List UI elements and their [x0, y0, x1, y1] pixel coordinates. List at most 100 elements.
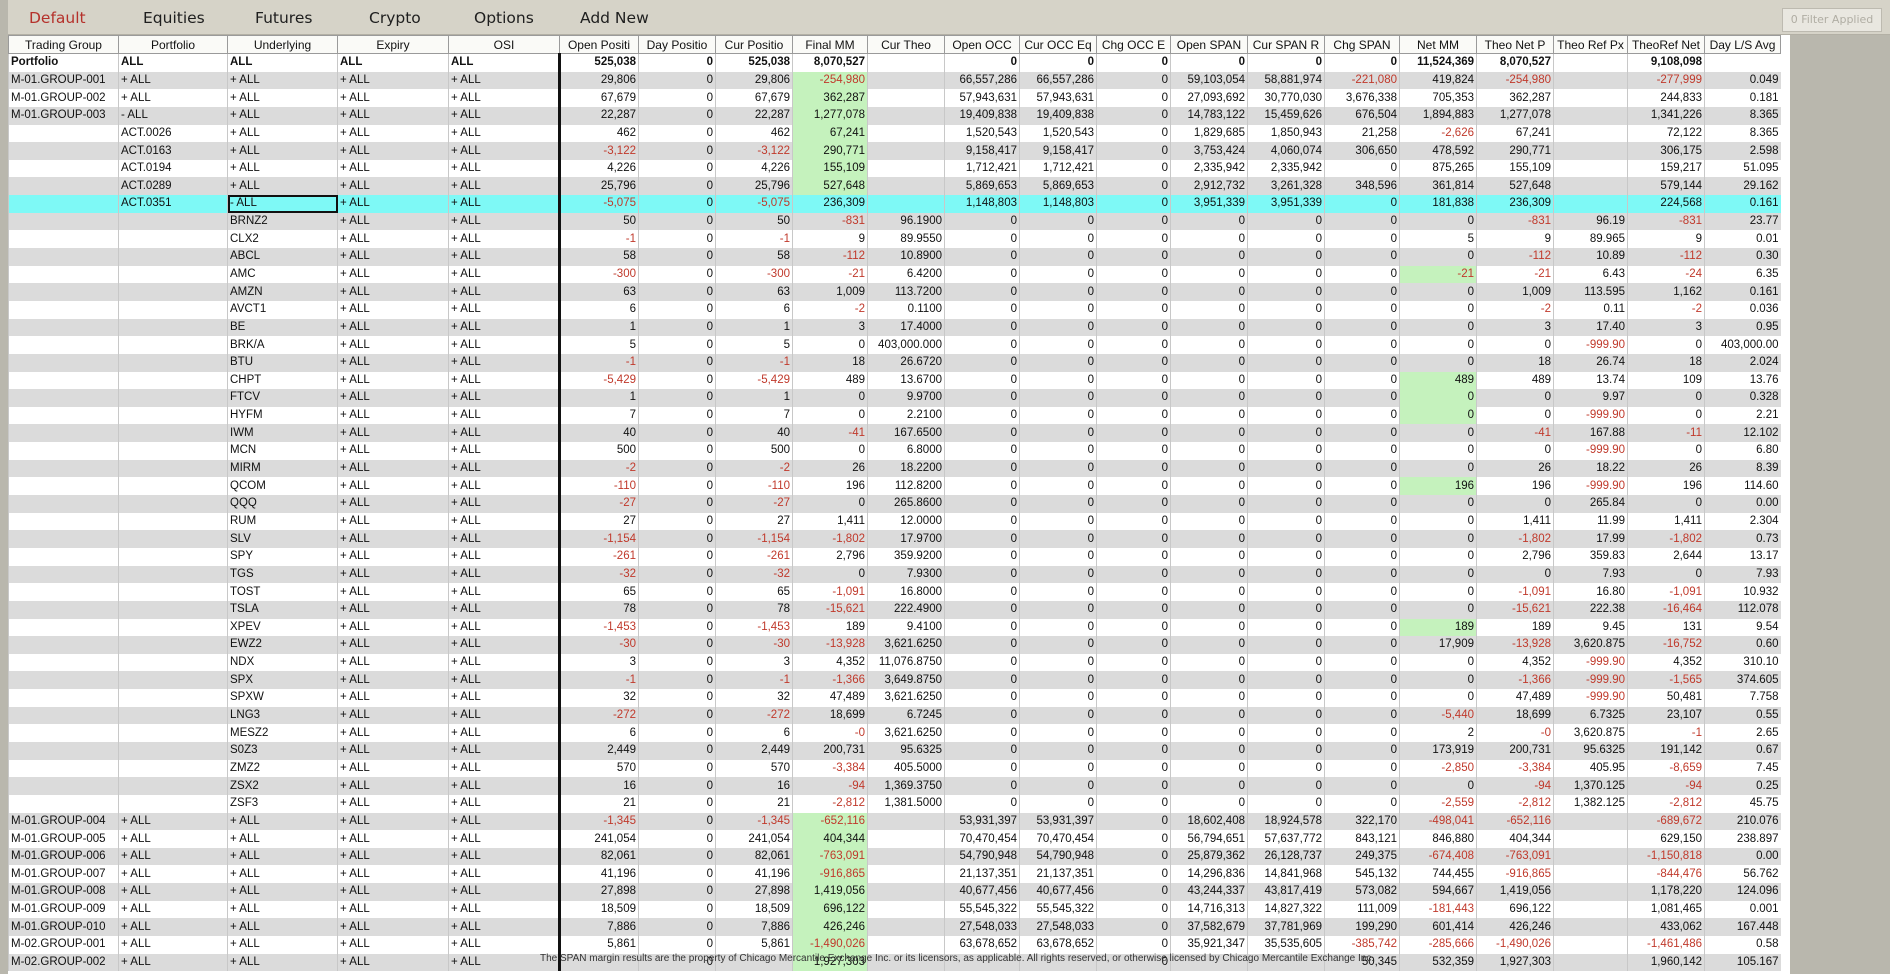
cell-trading-group[interactable]	[8, 741, 119, 760]
cell-trading-group[interactable]	[8, 195, 119, 213]
cell-portfolio[interactable]	[118, 724, 228, 742]
cell-expiry[interactable]: + ALL	[337, 759, 449, 778]
cell-portfolio[interactable]: ACT.0289	[118, 177, 228, 196]
cell-underlying[interactable]: SLV	[227, 530, 338, 548]
cell-trading-group[interactable]	[8, 583, 119, 601]
cell-osi[interactable]: + ALL	[448, 600, 560, 619]
cell-osi[interactable]: + ALL	[448, 724, 560, 742]
cell-expiry[interactable]: + ALL	[337, 600, 449, 619]
cell-underlying[interactable]: MESZ2	[227, 724, 338, 742]
table-row[interactable]: M-01.GROUP-002 + ALL + ALL + ALL + ALL 67,679…	[8, 89, 1781, 107]
cell-underlying[interactable]: SPXW	[227, 689, 338, 707]
cell-underlying[interactable]: ZSF3	[227, 794, 338, 813]
table-row[interactable]: QQQ + ALL + ALL -27 0 -27 0 265.8600 0 0 0 0 0 0 0 0 265…	[8, 495, 1781, 513]
filter-applied-button[interactable]: 0 Filter Applied	[1782, 8, 1882, 32]
column-header-theoref-net[interactable]: TheoRef Net	[1627, 35, 1705, 54]
cell-underlying[interactable]: CLX2	[227, 230, 338, 249]
cell-osi[interactable]: + ALL	[448, 71, 560, 90]
cell-trading-group[interactable]	[8, 353, 119, 372]
cell-trading-group[interactable]	[8, 530, 119, 548]
cell-osi[interactable]: + ALL	[448, 918, 560, 937]
column-header-open-span[interactable]: Open SPAN	[1170, 35, 1248, 54]
cell-expiry[interactable]: + ALL	[337, 671, 449, 690]
cell-underlying[interactable]: TGS	[227, 565, 338, 584]
cell-expiry[interactable]: + ALL	[337, 283, 449, 301]
cell-osi[interactable]: + ALL	[448, 530, 560, 548]
cell-underlying[interactable]: S0Z3	[227, 741, 338, 760]
cell-osi[interactable]: + ALL	[448, 953, 560, 972]
cell-osi[interactable]: + ALL	[448, 583, 560, 601]
cell-osi[interactable]: + ALL	[448, 124, 560, 143]
cell-osi[interactable]: + ALL	[448, 741, 560, 760]
table-row[interactable]: AVCT1 + ALL + ALL 6 0 6 -2 0.1100 0 0 0 0 0 0 0 -2 0.11-…	[8, 300, 1781, 319]
cell-expiry[interactable]: + ALL	[337, 406, 449, 425]
table-row[interactable]: IWM + ALL + ALL 40 0 40 -41 167.6500 0 0 0 0 0 0 0 -41 1…	[8, 424, 1781, 443]
table-row[interactable]: FTCV + ALL + ALL 1 0 1 0 9.9700 0 0 0 0 0 0 0 0 9.97 0 0.3…	[8, 389, 1781, 407]
column-header-final-mm[interactable]: Final MM	[792, 35, 868, 54]
cell-portfolio[interactable]	[118, 495, 228, 513]
table-row[interactable]: ZMZ2 + ALL + ALL 570 0 570 -3,384 405.5000 0 0 0 0 0…	[8, 759, 1781, 778]
cell-expiry[interactable]: + ALL	[337, 159, 449, 178]
cell-portfolio[interactable]	[118, 565, 228, 584]
cell-expiry[interactable]: + ALL	[337, 812, 449, 831]
table-row[interactable]: TGS + ALL + ALL -32 0 -32 0 7.9300 0 0 0 0 0 0 0 0 7.93 0…	[8, 565, 1781, 584]
cell-underlying[interactable]: + ALL	[227, 918, 338, 937]
table-row[interactable]: CHPT + ALL + ALL -5,429 0 -5,429 489 13.6700 0 0 0…	[8, 371, 1781, 390]
table-row[interactable]: AMC + ALL + ALL -300 0 -300 -21 6.4200 0 0 0 0 0 0 -21…	[8, 265, 1781, 284]
table-row[interactable]: M-01.GROUP-007 + ALL + ALL + ALL + ALL 41,196…	[8, 865, 1781, 884]
cell-underlying[interactable]: + ALL	[227, 900, 338, 919]
column-header-cur-occ-eq[interactable]: Cur OCC Eq	[1019, 35, 1097, 54]
table-row[interactable]: TSLA + ALL + ALL 78 0 78 -15,621 222.4900 0 0 0 0 0 0…	[8, 600, 1781, 619]
cell-trading-group[interactable]	[8, 177, 119, 196]
table-row[interactable]: AMZN + ALL + ALL 63 0 63 1,009 113.7200 0 0 0 0 0 0 0 1…	[8, 283, 1781, 301]
cell-trading-group[interactable]: M-01.GROUP-003	[8, 106, 119, 125]
table-row[interactable]: BRNZ2 + ALL + ALL 50 0 50 -831 96.1900 0 0 0 0 0 0 0 -8…	[8, 212, 1781, 231]
cell-expiry[interactable]: + ALL	[337, 142, 449, 160]
cell-osi[interactable]: + ALL	[448, 830, 560, 848]
table-row[interactable]: M-01.GROUP-010 + ALL + ALL + ALL + ALL 7,886 0…	[8, 918, 1781, 937]
table-row[interactable]: LNG3 + ALL + ALL -272 0 -272 18,699 6.7245 0 0 0 0 0…	[8, 706, 1781, 725]
cell-trading-group[interactable]	[8, 794, 119, 813]
cell-underlying[interactable]: ZSX2	[227, 777, 338, 795]
column-header-day-l-s-avg[interactable]: Day L/S Avg	[1704, 35, 1781, 54]
cell-expiry[interactable]: + ALL	[337, 371, 449, 390]
table-row[interactable]: ZSF3 + ALL + ALL 21 0 21 -2,812 1,381.5000 0 0 0 0 0…	[8, 794, 1781, 813]
cell-osi[interactable]: + ALL	[448, 883, 560, 901]
cell-expiry[interactable]: + ALL	[337, 830, 449, 848]
tab-crypto[interactable]: Crypto	[369, 9, 421, 27]
cell-osi[interactable]: + ALL	[448, 371, 560, 390]
cell-trading-group[interactable]	[8, 653, 119, 672]
cell-expiry[interactable]: + ALL	[337, 442, 449, 460]
cell-osi[interactable]: + ALL	[448, 300, 560, 319]
cell-underlying[interactable]: QCOM	[227, 477, 338, 496]
cell-portfolio[interactable]: + ALL	[118, 936, 228, 954]
cell-underlying[interactable]: + ALL	[227, 89, 338, 107]
cell-portfolio[interactable]	[118, 636, 228, 654]
cell-expiry[interactable]: + ALL	[337, 106, 449, 125]
table-row[interactable]: BE + ALL + ALL 1 0 1 3 17.4000 0 0 0 0 0 0 0 3 17.40 3 0.9…	[8, 318, 1781, 337]
column-header-theo-ref-px[interactable]: Theo Ref Px	[1553, 35, 1628, 54]
column-header-open-occ[interactable]: Open OCC	[944, 35, 1020, 54]
table-row[interactable]: HYFM + ALL + ALL 7 0 7 0 2.2100 0 0 0 0 0 0 0 0 -999.90 0…	[8, 406, 1781, 425]
cell-underlying[interactable]: ALL	[227, 53, 338, 72]
cell-trading-group[interactable]	[8, 389, 119, 407]
cell-expiry[interactable]: + ALL	[337, 177, 449, 196]
column-header-theo-net-p[interactable]: Theo Net P	[1476, 35, 1554, 54]
cell-underlying[interactable]: + ALL	[227, 865, 338, 884]
table-row[interactable]: MCN + ALL + ALL 500 0 500 0 6.8000 0 0 0 0 0 0 0 0 -999.…	[8, 442, 1781, 460]
table-row[interactable]: CLX2 + ALL + ALL -1 0 -1 9 89.9550 0 0 0 0 0 0 5 9 89.96…	[8, 230, 1781, 249]
table-row[interactable]: M-02.GROUP-002 + ALL + ALL + ALL + ALL 0 1,927…	[8, 953, 1781, 972]
cell-portfolio[interactable]	[118, 477, 228, 496]
cell-portfolio[interactable]: + ALL	[118, 847, 228, 866]
cell-expiry[interactable]: + ALL	[337, 706, 449, 725]
cell-osi[interactable]: + ALL	[448, 689, 560, 707]
cell-portfolio[interactable]	[118, 671, 228, 690]
cell-osi[interactable]: + ALL	[448, 706, 560, 725]
cell-underlying[interactable]: ABCL	[227, 248, 338, 266]
cell-portfolio[interactable]	[118, 530, 228, 548]
cell-portfolio[interactable]	[118, 371, 228, 390]
cell-underlying[interactable]: AMZN	[227, 283, 338, 301]
cell-portfolio[interactable]	[118, 653, 228, 672]
tab-futures[interactable]: Futures	[255, 9, 312, 27]
cell-osi[interactable]: + ALL	[448, 177, 560, 196]
